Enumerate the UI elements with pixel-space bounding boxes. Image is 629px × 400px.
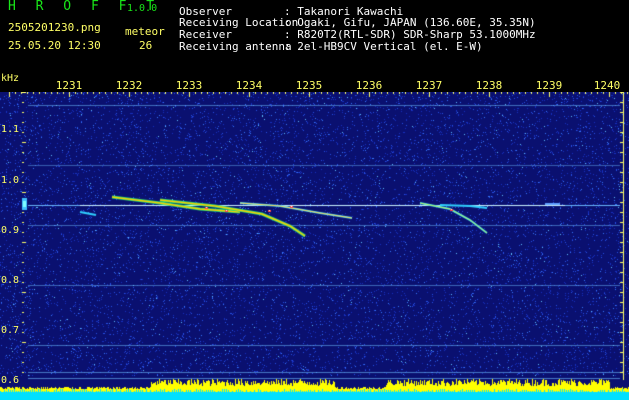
time-tick-label: 1237 xyxy=(415,79,443,92)
spectrogram-canvas xyxy=(0,92,629,400)
freq-tick-label: 0.9 xyxy=(1,225,20,236)
antenna-value: : 2el-HB9CV Vertical (el. E-W) xyxy=(284,40,483,53)
time-ruler: 1231 1232 1233 1234 1235 1236 1237 1238 … xyxy=(0,74,629,92)
freq-tick-label: 0.8 xyxy=(1,275,20,286)
freq-tick-label: 1.1 xyxy=(1,124,20,135)
app-version: 1.0.0 xyxy=(127,3,158,14)
freq-tick-label: 0.6 xyxy=(1,375,20,386)
time-tick-label: 1239 xyxy=(535,79,563,92)
file-name: 2505201230.png xyxy=(8,21,101,34)
time-tick-label: 1233 xyxy=(175,79,203,92)
freq-tick-label: 0.7 xyxy=(1,325,20,336)
antenna-key: Receiving antenna xyxy=(179,40,292,53)
time-tick-label: 1235 xyxy=(295,79,323,92)
time-tick-label: 1236 xyxy=(355,79,383,92)
meteor-count: 26 xyxy=(139,39,153,52)
time-tick-label: 1232 xyxy=(115,79,143,92)
freq-tick-label: 1.0 xyxy=(1,175,20,186)
header-panel: H R O F F T 1.0.0 2505201230.png meteor … xyxy=(0,0,629,74)
meteor-label: meteor xyxy=(125,25,165,38)
time-tick-label: 1231 xyxy=(55,79,83,92)
time-tick-label: 1240 xyxy=(593,79,621,92)
time-tick-label: 1238 xyxy=(475,79,503,92)
observation-datetime: 25.05.20 12:30 xyxy=(8,39,101,52)
time-tick-label: 1234 xyxy=(235,79,263,92)
